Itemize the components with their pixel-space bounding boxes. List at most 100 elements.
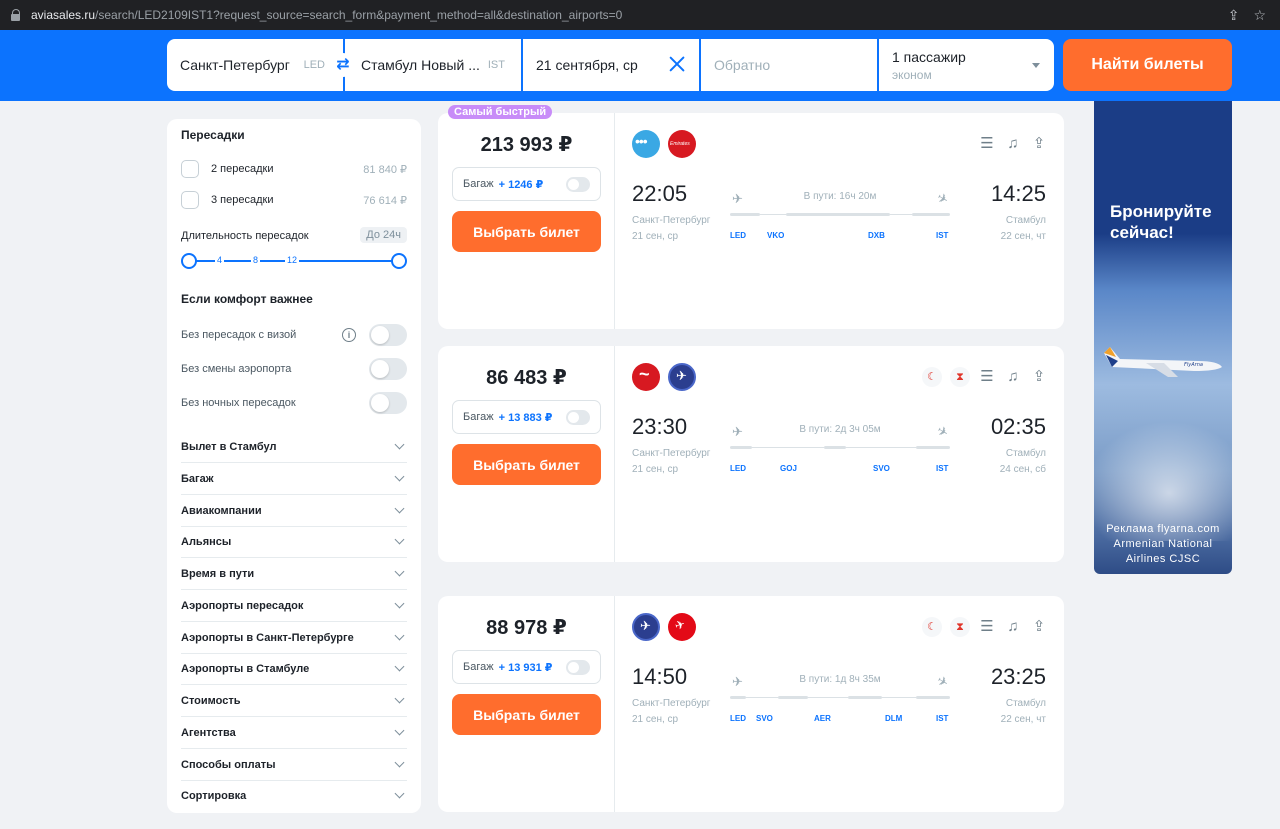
filter-section[interactable]: Аэропорты пересадок	[181, 590, 407, 622]
arrive-city: Стамбул	[1005, 448, 1046, 459]
filter-section[interactable]: Авиакомпании	[181, 495, 407, 527]
airport-code: LED	[730, 714, 746, 723]
toggle-switch[interactable]	[369, 358, 407, 380]
slider-handle-min[interactable]	[181, 253, 197, 269]
night-transfer-icon: ☾	[922, 367, 942, 387]
info-icon[interactable]: i	[342, 328, 356, 342]
share-icon[interactable]: ⇪	[1228, 7, 1240, 23]
checkbox[interactable]	[181, 191, 199, 209]
checkbox[interactable]	[181, 160, 199, 178]
depart-city: Санкт-Петербург	[632, 698, 711, 709]
airport-code: IST	[936, 231, 949, 240]
toggle-switch[interactable]	[369, 392, 407, 414]
baggage-option[interactable]: Багаж + 13 931 ₽	[452, 650, 601, 684]
arrive-date: 24 сен, сб	[999, 464, 1046, 475]
route-timeline: ✈ В пути: 2д 3ч 05м ✈ LED GOJ SVO IST	[730, 422, 951, 482]
baggage-toggle[interactable]	[566, 177, 590, 192]
clear-date-icon[interactable]	[667, 54, 687, 74]
transfers-title: Пересадки	[181, 128, 245, 142]
filter-section[interactable]: Агентства	[181, 717, 407, 749]
filter-section[interactable]: Аэропорты в Стамбуле	[181, 653, 407, 685]
choose-ticket-button[interactable]: Выбрать билет	[452, 444, 601, 485]
chevron-down-icon	[394, 566, 405, 577]
arrive-date: 22 сен, чт	[1000, 714, 1046, 725]
airport-code: SVO	[756, 714, 773, 723]
chevron-down-icon	[1032, 63, 1040, 68]
search-form: Санкт-Петербург LED Стамбул Новый ... IS…	[167, 39, 1054, 91]
filter-section[interactable]: Стоимость	[181, 685, 407, 717]
passengers-count: 1 пассажир	[892, 48, 966, 65]
bell-icon[interactable]: ♫	[1004, 135, 1022, 153]
depart-city: Санкт-Петербург	[632, 215, 711, 226]
filter-section[interactable]: Аэропорты в Санкт-Петербурге	[181, 622, 407, 654]
flight-duration: В пути: 16ч 20м	[803, 191, 877, 202]
depart-time: 23:30	[632, 414, 688, 439]
duration-slider[interactable]: 4 8 12	[181, 253, 407, 269]
browser-address-bar: aviasales.ru/search/LED2109IST1?request_…	[0, 0, 1280, 30]
transfer-option[interactable]: 2 пересадки 81 840 ₽	[181, 159, 407, 179]
return-date-field[interactable]: Обратно	[701, 39, 877, 91]
ticket-price-panel: 88 978 ₽ Багаж + 13 931 ₽ Выбрать билет	[438, 596, 615, 812]
baggage-option[interactable]: Багаж + 13 883 ₽	[452, 400, 601, 434]
passengers-field[interactable]: 1 пассажир эконом	[879, 39, 1054, 91]
long-transfer-icon: ⧗	[950, 367, 970, 387]
airline-logo	[632, 130, 660, 158]
share-icon[interactable]: ⇪	[1030, 368, 1048, 386]
share-icon[interactable]: ⇪	[1030, 135, 1048, 153]
route-timeline: ✈ В пути: 1д 8ч 35м ✈ LED SVO AER DLM IS…	[730, 672, 951, 732]
airline-logo: Emirates	[668, 130, 696, 158]
find-tickets-button[interactable]: Найти билеты	[1063, 39, 1232, 91]
filters-panel: Пересадки 2 пересадки 81 840 ₽ 3 пересад…	[167, 119, 421, 813]
arrive-date: 22 сен, чт	[1000, 231, 1046, 242]
filter-section[interactable]: Альянсы	[181, 526, 407, 558]
slider-handle-max[interactable]	[391, 253, 407, 269]
ad-banner[interactable]: Бронируйте сейчас! FlyArna Реклама flyar…	[1094, 101, 1232, 574]
airport-code: SVO	[873, 464, 890, 473]
arrive-time: 23:25	[990, 664, 1046, 689]
share-icon[interactable]: ⇪	[1030, 618, 1048, 636]
filter-section[interactable]: Время в пути	[181, 558, 407, 590]
origin-city: Санкт-Петербург	[180, 57, 290, 73]
depart-city: Санкт-Петербург	[632, 448, 711, 459]
depart-date: 21 сентября, ср	[536, 57, 638, 73]
origin-field[interactable]: Санкт-Петербург LED	[167, 39, 343, 91]
ticket-card[interactable]: 88 978 ₽ Багаж+ 13 931 ₽ Выбрать билет ☾…	[438, 596, 1064, 812]
bell-icon[interactable]: ♫	[1004, 618, 1022, 636]
ticket-card[interactable]: 86 483 ₽ Багаж+ 13 883 ₽ Выбрать билет ☾…	[438, 346, 1064, 562]
chevron-down-icon	[394, 503, 405, 514]
swap-icon[interactable]: ⇄	[331, 53, 355, 77]
choose-ticket-button[interactable]: Выбрать билет	[452, 694, 601, 735]
star-icon[interactable]: ☆	[1253, 7, 1266, 23]
airline-logo	[668, 613, 696, 641]
filter-section[interactable]: Сортировка	[181, 780, 407, 812]
filter-section[interactable]: Способы оплаты	[181, 749, 407, 781]
ticket-price: 88 978 ₽	[486, 617, 567, 639]
choose-ticket-button[interactable]: Выбрать билет	[452, 211, 601, 252]
chevron-down-icon	[394, 471, 405, 482]
destination-city: Стамбул Новый ...	[361, 57, 480, 73]
baggage-toggle[interactable]	[566, 410, 590, 425]
transfer-option[interactable]: 3 пересадки 76 614 ₽	[181, 190, 407, 210]
chevron-down-icon	[394, 439, 405, 450]
filter-section[interactable]: Вылет в Стамбул	[181, 431, 407, 463]
toggle-switch[interactable]	[369, 324, 407, 346]
baggage-toggle[interactable]	[566, 660, 590, 675]
bell-icon[interactable]: ♫	[1004, 368, 1022, 386]
destination-field[interactable]: Стамбул Новый ... IST	[345, 39, 521, 91]
duration-label: Длительность пересадок	[181, 230, 309, 242]
depart-date-field[interactable]: 21 сентября, ср	[523, 39, 699, 91]
ticket-price: 86 483 ₽	[486, 367, 567, 389]
chevron-down-icon	[394, 725, 405, 736]
address-url[interactable]: aviasales.ru/search/LED2109IST1?request_…	[31, 8, 622, 22]
airport-code: DXB	[868, 231, 885, 240]
add-to-list-icon[interactable]: ☰	[978, 618, 996, 636]
add-to-list-icon[interactable]: ☰	[978, 368, 996, 386]
depart-time: 14:50	[632, 664, 688, 689]
filter-section[interactable]: Багаж	[181, 463, 407, 495]
baggage-option[interactable]: Багаж + 1246 ₽	[452, 167, 601, 201]
flight-duration: В пути: 2д 3ч 05м	[799, 424, 881, 435]
ticket-card[interactable]: 213 993 ₽ Багаж+ 1246 ₽ Выбрать билет Em…	[438, 113, 1064, 329]
arrive-city: Стамбул	[1005, 698, 1046, 709]
add-to-list-icon[interactable]: ☰	[978, 135, 996, 153]
airport-code: VKO	[767, 231, 785, 240]
